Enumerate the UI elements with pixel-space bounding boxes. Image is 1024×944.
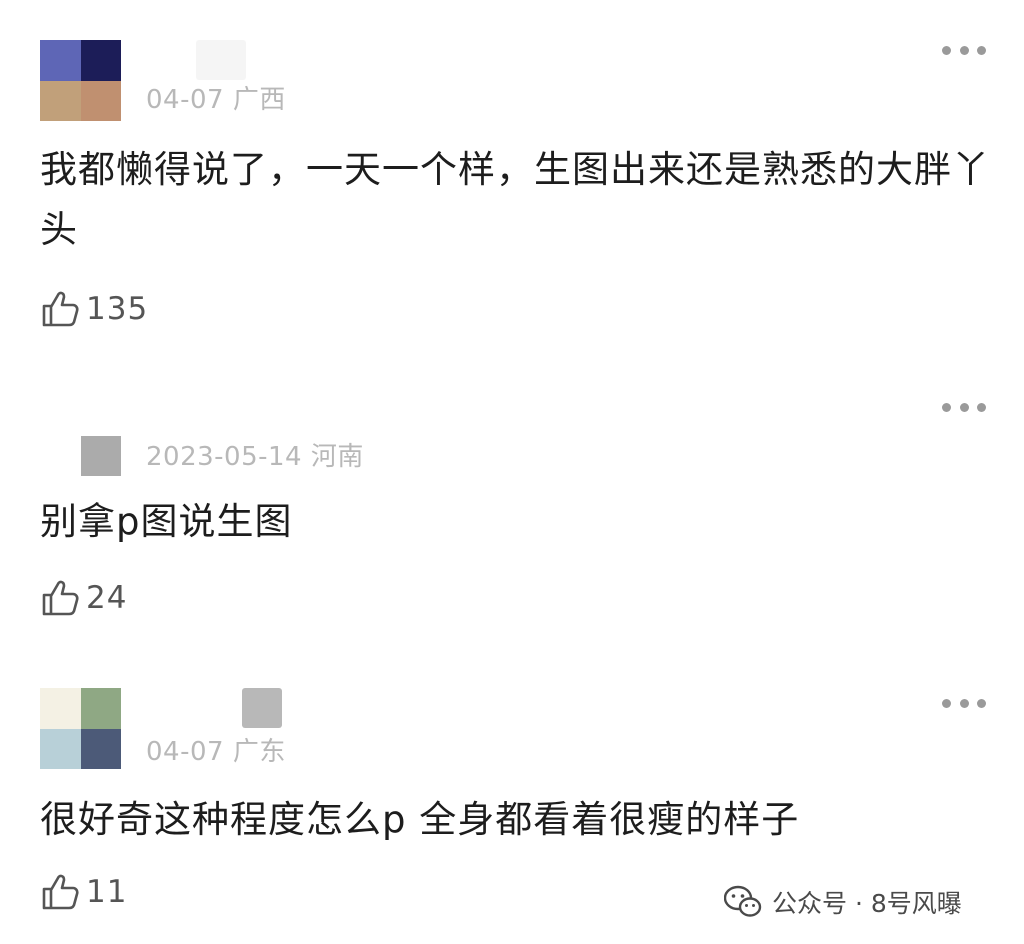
comment-text: 我都懒得说了，一天一个样，生图出来还是熟悉的大胖丫头 — [40, 148, 990, 251]
wechat-icon — [724, 885, 762, 917]
comment-meta: 2023-05-14 河南 — [146, 436, 364, 473]
thumbs-up-icon — [42, 580, 79, 616]
comment-date: 04-07 — [146, 737, 225, 767]
comment-location: 河南 — [310, 442, 364, 472]
avatar[interactable] — [40, 688, 121, 769]
avatar[interactable] — [40, 40, 121, 121]
comment-date: 04-07 — [146, 85, 225, 115]
more-dots-icon[interactable] — [942, 43, 986, 57]
like-button[interactable]: 11 — [40, 870, 127, 914]
more-dots-icon[interactable] — [942, 696, 986, 710]
like-count: 135 — [86, 291, 149, 327]
like-count: 24 — [86, 580, 128, 616]
username-blurred[interactable] — [242, 688, 282, 728]
comment-text: 别拿p图说生图 — [40, 500, 293, 543]
comment-meta: 04-07 广东 — [146, 731, 286, 768]
thumbs-up-icon — [42, 874, 79, 910]
like-count: 11 — [86, 874, 128, 910]
watermark: 公众号 · 8号风曝 — [724, 882, 962, 922]
comment-location: 广东 — [232, 737, 286, 767]
watermark-text: 公众号 · 8号风曝 — [772, 889, 962, 918]
like-button[interactable]: 135 — [40, 287, 148, 331]
like-button[interactable]: 24 — [40, 576, 127, 620]
more-dots-icon[interactable] — [942, 400, 986, 414]
comment-meta: 04-07 广西 — [146, 79, 286, 116]
comment-date: 2023-05-14 — [146, 442, 303, 472]
comment-text: 很好奇这种程度怎么p 全身都看着很瘦的样子 — [40, 798, 800, 841]
username-blurred[interactable] — [196, 40, 246, 80]
thumbs-up-icon — [42, 291, 79, 327]
comment-location: 广西 — [232, 85, 286, 115]
avatar[interactable] — [81, 436, 121, 476]
